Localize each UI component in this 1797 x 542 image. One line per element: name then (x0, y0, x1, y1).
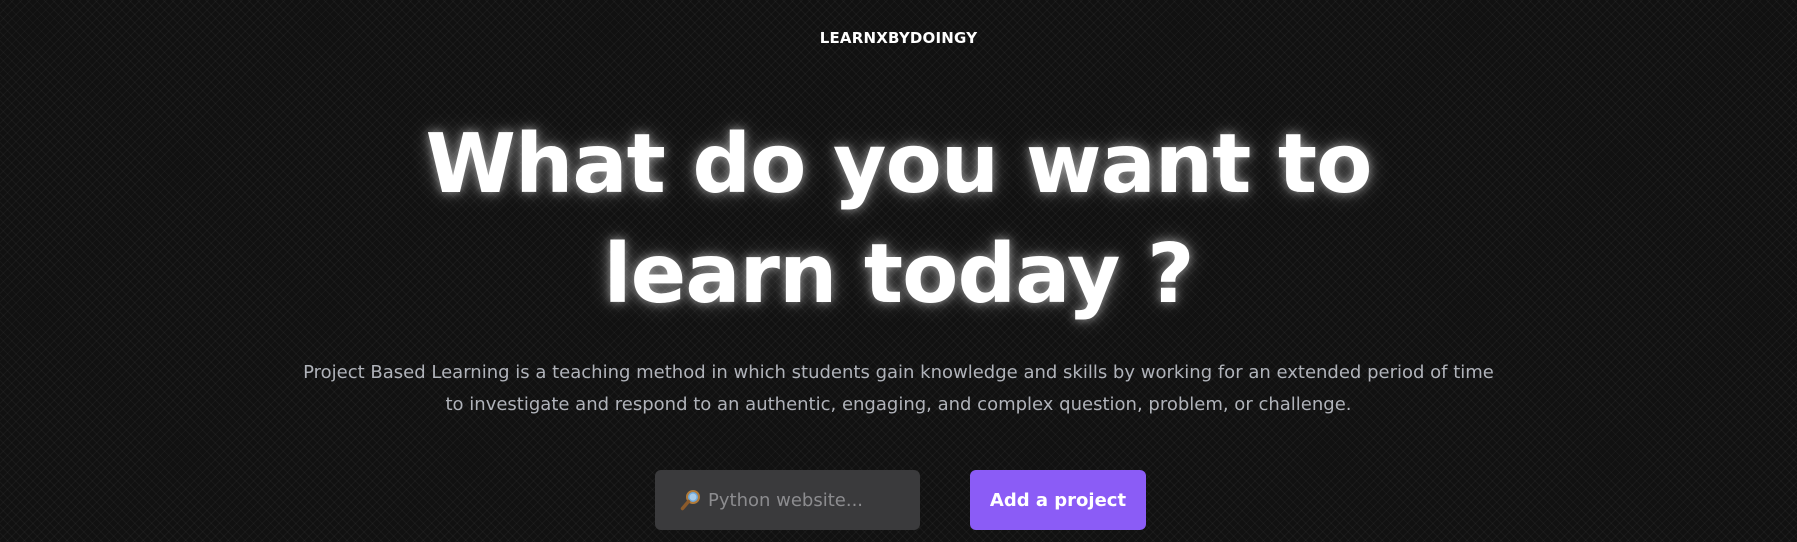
magnifying-glass-icon (680, 489, 702, 511)
brand-logo-text[interactable]: LEARNXBYDOINGY (0, 28, 1797, 48)
hero-title-line-1: What do you want to (425, 117, 1373, 212)
hero-title-line-2: learn today ? (603, 227, 1194, 322)
hero-title: What do you want to learn today ? (0, 110, 1797, 330)
hero-description: Project Based Learning is a teaching met… (303, 362, 1494, 415)
search-input[interactable] (708, 489, 908, 511)
landing-page: LEARNXBYDOINGY What do you want to learn… (0, 0, 1797, 542)
search-box[interactable] (655, 470, 920, 530)
add-project-button[interactable]: Add a project (970, 470, 1146, 530)
